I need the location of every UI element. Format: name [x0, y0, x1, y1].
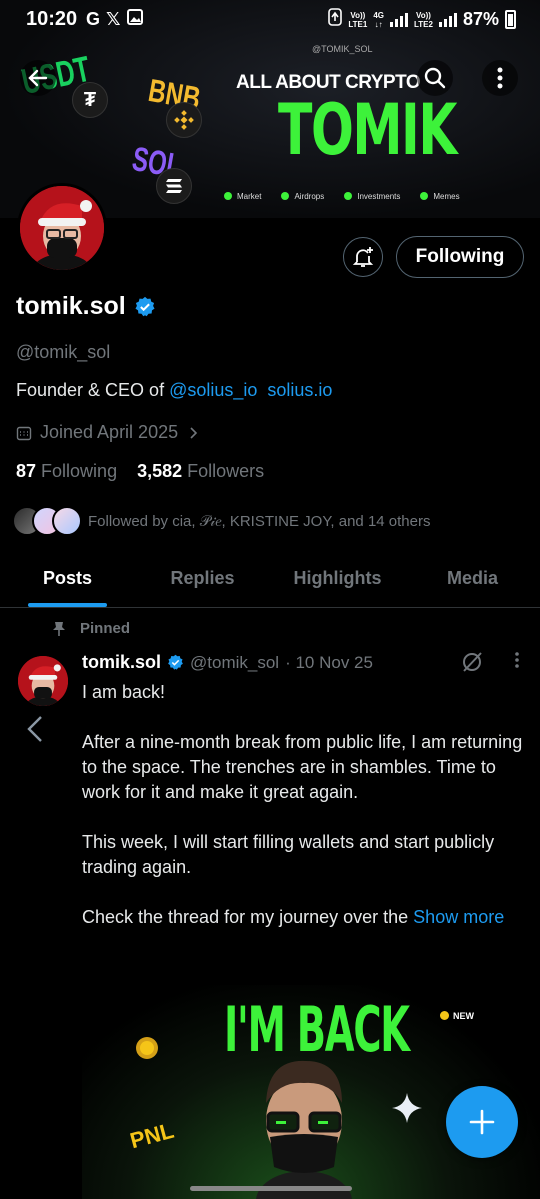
- post-author[interactable]: tomik.sol: [82, 652, 161, 673]
- google-icon: G: [86, 9, 101, 29]
- notifications-button[interactable]: [343, 237, 383, 277]
- verified-badge-icon[interactable]: [134, 296, 156, 318]
- signal-icon: [438, 12, 457, 27]
- avatar-illustration: [18, 656, 68, 706]
- bio-website-link[interactable]: solius.io: [267, 380, 332, 400]
- banner-tag: Market: [224, 192, 261, 201]
- back-button[interactable]: [20, 60, 56, 96]
- banner-tag: Airdrops: [281, 192, 324, 201]
- post-avatar[interactable]: [18, 656, 68, 706]
- joined-row[interactable]: Joined April 2025: [16, 422, 200, 443]
- character-illustration: [256, 1060, 352, 1199]
- image-new-badge: NEW: [440, 1011, 474, 1021]
- profile-bio: Founder & CEO of @solius_io solius.io: [16, 380, 332, 401]
- post-header: tomik.sol @tomik_sol · 10 Nov 25: [82, 652, 373, 673]
- sparkle-icon: [392, 1093, 422, 1123]
- post-body[interactable]: I am back! After a nine-month break from…: [82, 680, 532, 955]
- follow-stats: 87 Following 3,582 Followers: [16, 461, 264, 482]
- chevron-right-icon: [190, 426, 198, 439]
- banner-brand: TOMIK: [278, 89, 457, 171]
- hotspot-icon: [328, 8, 343, 31]
- battery-percent: 87%: [462, 9, 499, 29]
- solana-coin-icon: [156, 168, 192, 204]
- signal-icon: [390, 12, 408, 27]
- following-count-link[interactable]: 87 Following: [16, 461, 117, 482]
- tab-media[interactable]: Media: [405, 552, 540, 607]
- followed-by-text: Followed by cia, 𝒫𝒾𝑒, KRISTINE JOY, and …: [88, 512, 431, 530]
- image-icon: [126, 9, 143, 30]
- followers-count-link[interactable]: 3,582 Followers: [137, 461, 264, 482]
- post-more-icon[interactable]: [514, 650, 520, 679]
- status-right: Vo)) LTE1 4G ↓↑ Vo)) LTE2 87%: [328, 8, 516, 31]
- search-button[interactable]: [417, 60, 453, 96]
- network-label: 4G ↓↑: [373, 10, 384, 29]
- display-name: tomik.sol: [16, 292, 126, 320]
- search-icon: [424, 67, 446, 89]
- status-time: 10:20: [26, 8, 78, 30]
- tether-coin-icon: ₮: [72, 82, 108, 118]
- post-paragraph: I am back!: [82, 682, 166, 702]
- banner-handle: @TOMIK_SOL: [312, 44, 373, 54]
- post-paragraph: After a nine-month break from public lif…: [82, 732, 523, 802]
- pinned-label: Pinned: [52, 620, 130, 637]
- post-date: · 10 Nov 25: [285, 652, 373, 672]
- avatar-illustration: [20, 186, 104, 270]
- post-actions: [460, 650, 520, 679]
- banner-tag: Memes: [420, 192, 459, 201]
- tab-posts[interactable]: Posts: [0, 552, 135, 607]
- post-paragraph: Check the thread for my journey over the…: [82, 907, 505, 927]
- profile-handle: @tomik_sol: [16, 342, 111, 362]
- followed-by-row[interactable]: Followed by cia, 𝒫𝒾𝑒, KRISTINE JOY, and …: [12, 506, 431, 536]
- tab-replies[interactable]: Replies: [135, 552, 270, 607]
- sim1-label: Vo)) LTE1: [348, 10, 368, 29]
- profile-name: tomik.sol: [16, 292, 156, 321]
- bio-mention-link[interactable]: @solius_io: [169, 380, 257, 400]
- following-button[interactable]: Following: [396, 236, 524, 278]
- calendar-icon: [16, 426, 32, 440]
- post-handle: @tomik_sol: [190, 652, 280, 672]
- banner-tags: Market Airdrops Investments Memes: [224, 192, 460, 201]
- more-options-button[interactable]: [482, 60, 518, 96]
- compose-post-button[interactable]: [446, 1086, 518, 1158]
- post-paragraph: This week, I will start filling wallets …: [82, 832, 495, 877]
- coin-icon: [136, 1037, 158, 1059]
- banner-tag: Investments: [344, 192, 400, 201]
- battery-icon: [505, 10, 516, 29]
- pin-icon: [53, 621, 65, 636]
- more-vertical-icon: [497, 67, 503, 89]
- sim2-label: Vo)) LTE2: [414, 10, 433, 29]
- profile-tabs: Posts Replies Highlights Media: [0, 552, 540, 608]
- x-icon: 𝕏: [106, 9, 121, 29]
- status-bar: 10:20 G 𝕏 Vo)) LTE1 4G ↓↑ Vo)) LTE2 87%: [0, 0, 540, 40]
- gesture-bar[interactable]: [190, 1186, 352, 1191]
- verified-badge-icon: [168, 654, 183, 670]
- profile-avatar[interactable]: [17, 183, 107, 273]
- tab-highlights[interactable]: Highlights: [270, 552, 405, 607]
- joined-date: Joined April 2025: [40, 422, 179, 442]
- status-notification-icons: G 𝕏: [86, 9, 143, 30]
- arrow-left-icon: [28, 69, 48, 87]
- show-more-link[interactable]: Show more: [413, 907, 504, 927]
- chevron-left-icon[interactable]: [24, 714, 46, 749]
- bio-text: Founder & CEO of: [16, 380, 170, 400]
- avatar: [52, 506, 82, 536]
- bnb-coin-icon: [166, 102, 202, 138]
- grok-icon[interactable]: [460, 650, 484, 679]
- image-pnl-sticker: PNL: [127, 1117, 177, 1154]
- bell-plus-icon: [352, 247, 374, 267]
- plus-icon: [469, 1109, 495, 1135]
